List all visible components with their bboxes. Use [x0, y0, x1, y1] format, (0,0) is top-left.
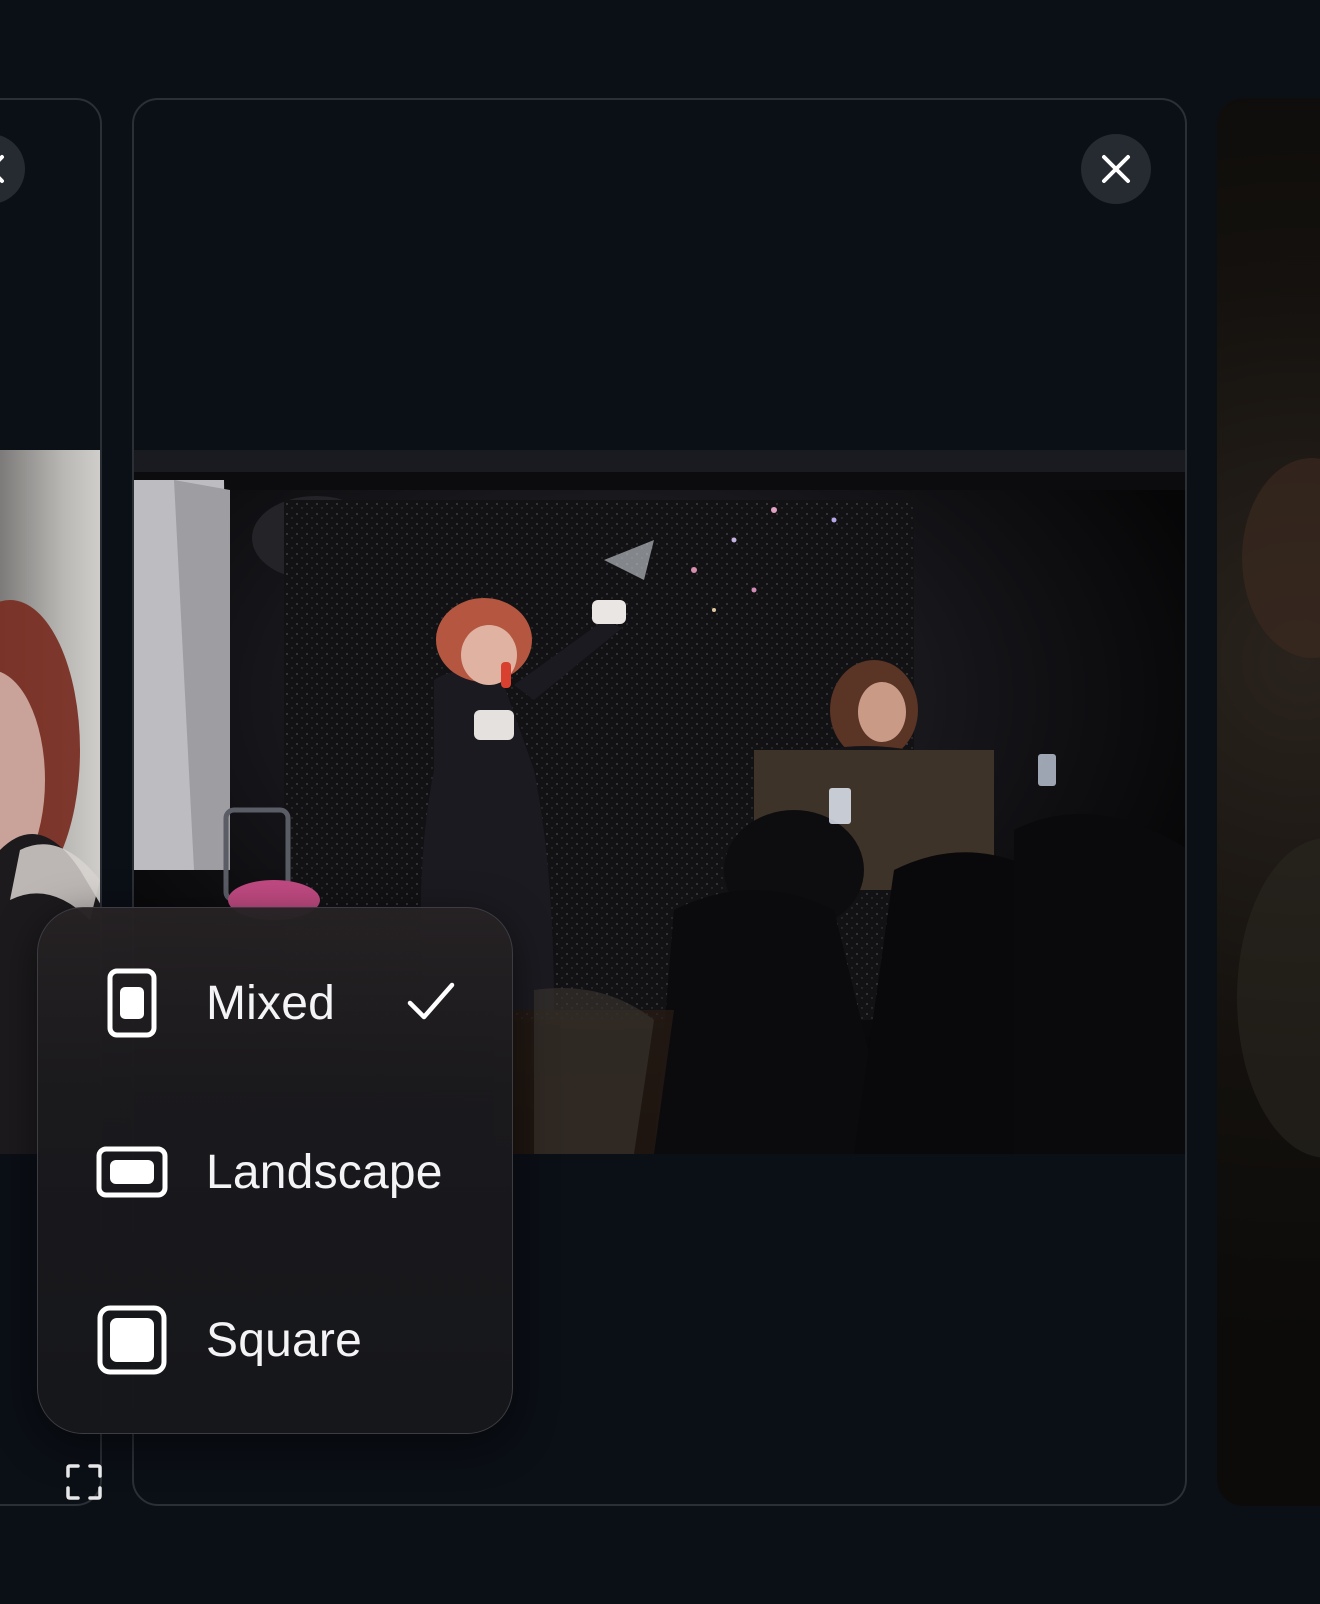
square-frame-icon: [96, 1300, 168, 1380]
expand-icon: [66, 1464, 102, 1500]
close-icon: [0, 155, 4, 183]
checkmark-icon: [406, 979, 456, 1030]
menu-item-label: Square: [206, 1313, 362, 1367]
close-button-previous[interactable]: [0, 134, 25, 204]
close-button-current[interactable]: [1081, 134, 1151, 204]
photo-next: [1237, 458, 1320, 1158]
photo-card-next[interactable]: [1217, 98, 1320, 1506]
close-icon: [1102, 155, 1130, 183]
expand-button[interactable]: [64, 1462, 104, 1502]
menu-item-landscape[interactable]: Landscape: [38, 1112, 512, 1232]
portrait-frame-icon: [96, 963, 168, 1043]
menu-item-mixed[interactable]: Mixed: [38, 943, 512, 1063]
landscape-frame-icon: [96, 1132, 168, 1212]
menu-item-label: Landscape: [206, 1145, 443, 1199]
menu-item-square[interactable]: Square: [38, 1280, 512, 1400]
menu-item-label: Mixed: [206, 976, 336, 1030]
photo-layout-menu: Mixed Landscape Square: [37, 907, 513, 1434]
